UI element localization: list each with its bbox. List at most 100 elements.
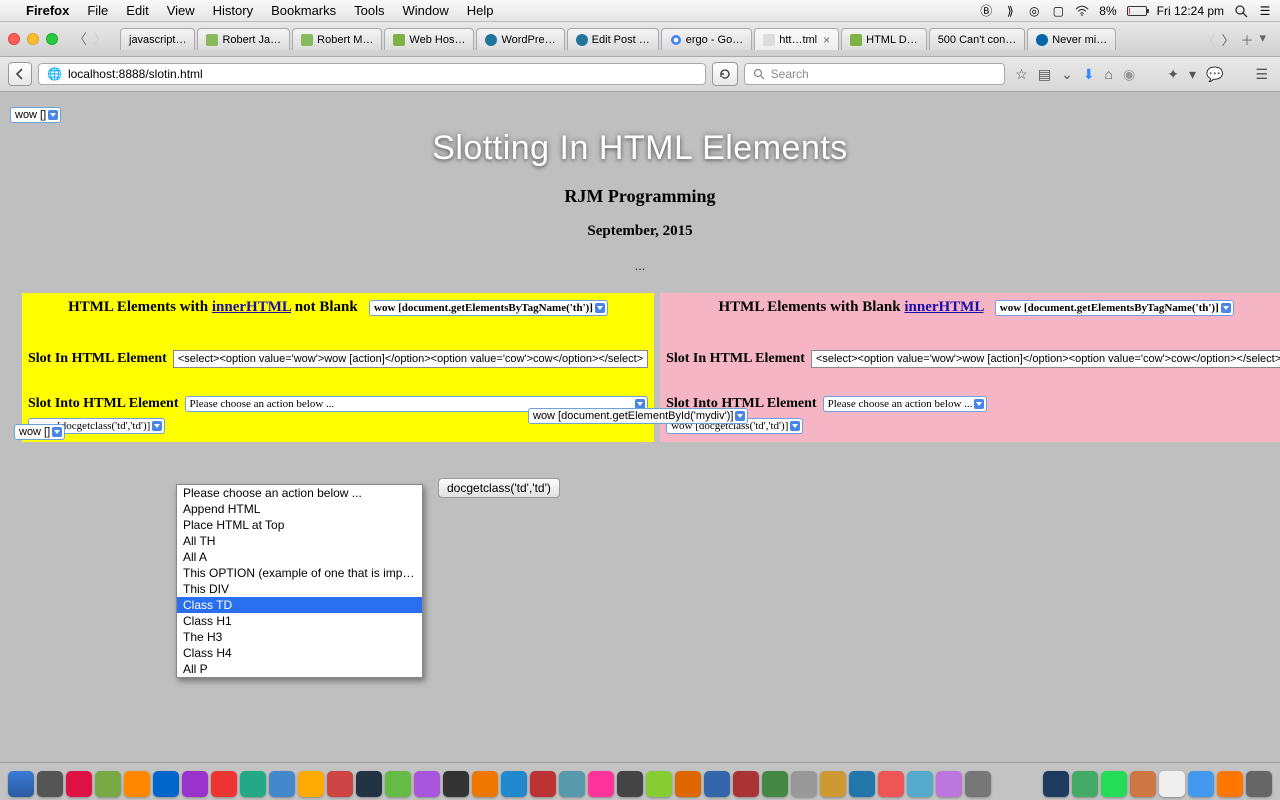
dropdown-option[interactable]: This OPTION (example of one that is impo…: [177, 565, 422, 581]
dropdown-option[interactable]: All TH: [177, 533, 422, 549]
menu-help[interactable]: Help: [467, 3, 494, 18]
dock-app-icon[interactable]: [211, 771, 237, 797]
heading-select[interactable]: wow [document.getElementsByTagName('th')…: [369, 300, 608, 316]
action-dropdown-list[interactable]: Please choose an action below ...Append …: [176, 484, 423, 678]
top-select[interactable]: wow []: [10, 107, 61, 123]
dock-app-icon[interactable]: [588, 771, 614, 797]
dropdown-option[interactable]: Append HTML: [177, 501, 422, 517]
tray-icon[interactable]: ⟫: [1003, 4, 1017, 18]
menu-file[interactable]: File: [87, 3, 108, 18]
mid-select[interactable]: wow [document.getElementById('mydiv')]: [528, 408, 748, 424]
tab[interactable]: Edit Post …: [567, 28, 659, 50]
innerhtml-link[interactable]: innerHTML: [904, 299, 983, 315]
dock-app-icon[interactable]: [1043, 771, 1069, 797]
battery-icon[interactable]: [1127, 6, 1147, 16]
tray-icon[interactable]: ◎: [1027, 4, 1041, 18]
dropdown-option[interactable]: All A: [177, 549, 422, 565]
dropdown-option[interactable]: The H3: [177, 629, 422, 645]
search-box[interactable]: Search: [744, 63, 1006, 85]
close-tab-icon[interactable]: ×: [823, 33, 830, 47]
dropdown-option[interactable]: Class TD: [177, 597, 422, 613]
dock-app-icon[interactable]: [240, 771, 266, 797]
tab-back-icon[interactable]: 〈: [71, 29, 89, 49]
dock-app-icon[interactable]: [791, 771, 817, 797]
dock-app-icon[interactable]: [733, 771, 759, 797]
dock-app-icon[interactable]: [820, 771, 846, 797]
heading-select[interactable]: wow [document.getElementsByTagName('th')…: [995, 300, 1234, 316]
menu-history[interactable]: History: [213, 3, 253, 18]
dock-app-icon[interactable]: [124, 771, 150, 797]
dock-app-icon[interactable]: [559, 771, 585, 797]
tab-overflow-fwd[interactable]: 〉: [1221, 30, 1234, 49]
dock-app-icon[interactable]: [849, 771, 875, 797]
dock-app-icon[interactable]: [646, 771, 672, 797]
addon-icon[interactable]: 💬: [1206, 66, 1223, 83]
menu-tools[interactable]: Tools: [354, 3, 384, 18]
dock-app-icon[interactable]: [153, 771, 179, 797]
spotlight-icon[interactable]: [1234, 4, 1248, 18]
dock-app-icon[interactable]: [965, 771, 991, 797]
hamburger-menu-icon[interactable]: ☰: [1255, 66, 1268, 83]
tab[interactable]: Robert M…: [292, 28, 382, 50]
addon-icon[interactable]: ✦: [1167, 66, 1179, 83]
airplay-icon[interactable]: ▢: [1051, 4, 1065, 18]
menu-edit[interactable]: Edit: [126, 3, 148, 18]
dock-app-icon[interactable]: [1101, 771, 1127, 797]
dock-app-icon[interactable]: [66, 771, 92, 797]
dock-app-icon[interactable]: [617, 771, 643, 797]
slot-into-select[interactable]: Please choose an action below ...: [823, 396, 988, 412]
dock-app-icon[interactable]: [907, 771, 933, 797]
back-button[interactable]: [8, 62, 32, 86]
tab[interactable]: WordPre…: [476, 28, 564, 50]
addon-icon[interactable]: ◉: [1123, 66, 1135, 83]
tab[interactable]: Robert Ja…: [197, 28, 290, 50]
wifi-icon[interactable]: [1075, 4, 1089, 18]
dock-app-icon[interactable]: [704, 771, 730, 797]
dock-trash-icon[interactable]: [1246, 771, 1272, 797]
tab[interactable]: Never mi…: [1027, 28, 1116, 50]
dock-app-icon[interactable]: [530, 771, 556, 797]
new-tab-button[interactable]: ＋: [1240, 30, 1253, 49]
menu-view[interactable]: View: [167, 3, 195, 18]
dock-app-icon[interactable]: [675, 771, 701, 797]
close-window-button[interactable]: [8, 33, 20, 45]
dropdown-option[interactable]: Class H1: [177, 613, 422, 629]
dock-finder-icon[interactable]: [8, 771, 34, 797]
dock-app-icon[interactable]: [1072, 771, 1098, 797]
tab[interactable]: 500 Can't con…: [929, 28, 1026, 50]
dock-app-icon[interactable]: [327, 771, 353, 797]
tab[interactable]: ergo - Go…: [661, 28, 752, 50]
dock-app-icon[interactable]: [298, 771, 324, 797]
menu-bookmarks[interactable]: Bookmarks: [271, 3, 336, 18]
dock-app-icon[interactable]: [472, 771, 498, 797]
dock-app-icon[interactable]: [1159, 771, 1185, 797]
dock-app-icon[interactable]: [1217, 771, 1243, 797]
dock-app-icon[interactable]: [878, 771, 904, 797]
bottom-left-select[interactable]: wow []: [14, 424, 65, 440]
dock-app-icon[interactable]: [1130, 771, 1156, 797]
dock-app-icon[interactable]: [182, 771, 208, 797]
url-bar[interactable]: 🌐 localhost:8888/slotin.html: [38, 63, 706, 85]
zoom-window-button[interactable]: [46, 33, 58, 45]
dock-app-icon[interactable]: [356, 771, 382, 797]
reader-icon[interactable]: ▤: [1038, 66, 1051, 83]
dock-app-icon[interactable]: [37, 771, 63, 797]
tab-fwd-icon[interactable]: 〉: [91, 29, 109, 49]
addon-icon[interactable]: ▾: [1189, 66, 1196, 83]
dropdown-option[interactable]: Class H4: [177, 645, 422, 661]
dock-app-icon[interactable]: [501, 771, 527, 797]
reload-button[interactable]: [712, 62, 738, 86]
dock-app-icon[interactable]: [269, 771, 295, 797]
dock-app-icon[interactable]: [1188, 771, 1214, 797]
pocket-icon[interactable]: ⌄: [1061, 66, 1073, 83]
dropdown-option[interactable]: All P: [177, 661, 422, 677]
dock-app-icon[interactable]: [95, 771, 121, 797]
dock-app-icon[interactable]: [443, 771, 469, 797]
tab-active[interactable]: htt…tml×: [754, 28, 839, 50]
tab-overflow-back[interactable]: 〈: [1202, 30, 1215, 49]
menu-icon[interactable]: ☰: [1258, 4, 1272, 18]
dropdown-option[interactable]: Place HTML at Top: [177, 517, 422, 533]
slot-in-input[interactable]: <select><option value='wow'>wow [action]…: [173, 350, 648, 368]
tray-icon[interactable]: Ⓑ: [979, 4, 993, 18]
tab-menu-button[interactable]: ▾: [1259, 30, 1266, 49]
